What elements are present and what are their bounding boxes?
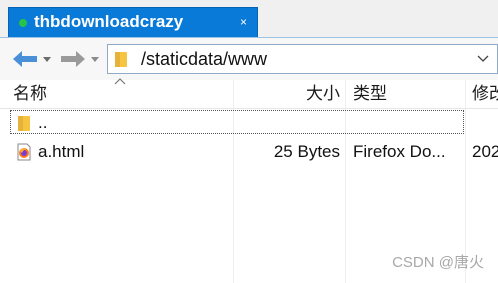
- column-header-size-label: 大小: [306, 84, 340, 103]
- file-type: [353, 109, 465, 137]
- navigation-toolbar: /staticdata/www: [0, 38, 498, 80]
- back-history-dropdown-icon[interactable]: [42, 50, 52, 68]
- list-item-parent-directory[interactable]: ..: [0, 109, 498, 137]
- tab-title: thbdownloadcrazy: [34, 12, 184, 31]
- file-size: [234, 109, 340, 137]
- column-header-row: 名称 大小 类型 修改: [0, 80, 498, 109]
- firefox-html-icon: [17, 143, 31, 161]
- tab-strip: thbdownloadcrazy ×: [0, 0, 498, 38]
- file-type: Firefox Do...: [353, 142, 446, 161]
- folder-icon: [18, 116, 30, 131]
- folder-icon: [115, 52, 127, 67]
- file-modified: 202: [472, 142, 498, 161]
- tab-thbdownloadcrazy[interactable]: thbdownloadcrazy ×: [8, 7, 258, 37]
- arrow-right-icon[interactable]: [60, 50, 86, 68]
- file-modified: [472, 109, 498, 137]
- chevron-down-icon[interactable]: [477, 55, 489, 63]
- column-header-size[interactable]: 大小: [234, 80, 344, 108]
- connection-status-icon: [19, 19, 27, 27]
- list-item-file[interactable]: a.html 25 Bytes Firefox Do... 202: [0, 138, 498, 166]
- file-name: a.html: [38, 142, 85, 161]
- file-size: 25 Bytes: [273, 142, 340, 161]
- sort-ascending-icon: [114, 78, 126, 85]
- column-header-modified[interactable]: 修改: [472, 80, 498, 108]
- forward-history-dropdown-icon[interactable]: [90, 50, 100, 68]
- address-path: /staticdata/www: [141, 49, 268, 69]
- column-header-type[interactable]: 类型: [353, 80, 463, 108]
- arrow-left-icon[interactable]: [12, 50, 38, 68]
- file-name: ..: [38, 113, 48, 132]
- address-bar[interactable]: /staticdata/www: [107, 44, 498, 74]
- file-manager-window: thbdownloadcrazy × /staticdata/www 名称 大小…: [0, 0, 498, 283]
- watermark-text: CSDN @唐火: [392, 254, 484, 271]
- close-tab-icon[interactable]: ×: [240, 15, 247, 29]
